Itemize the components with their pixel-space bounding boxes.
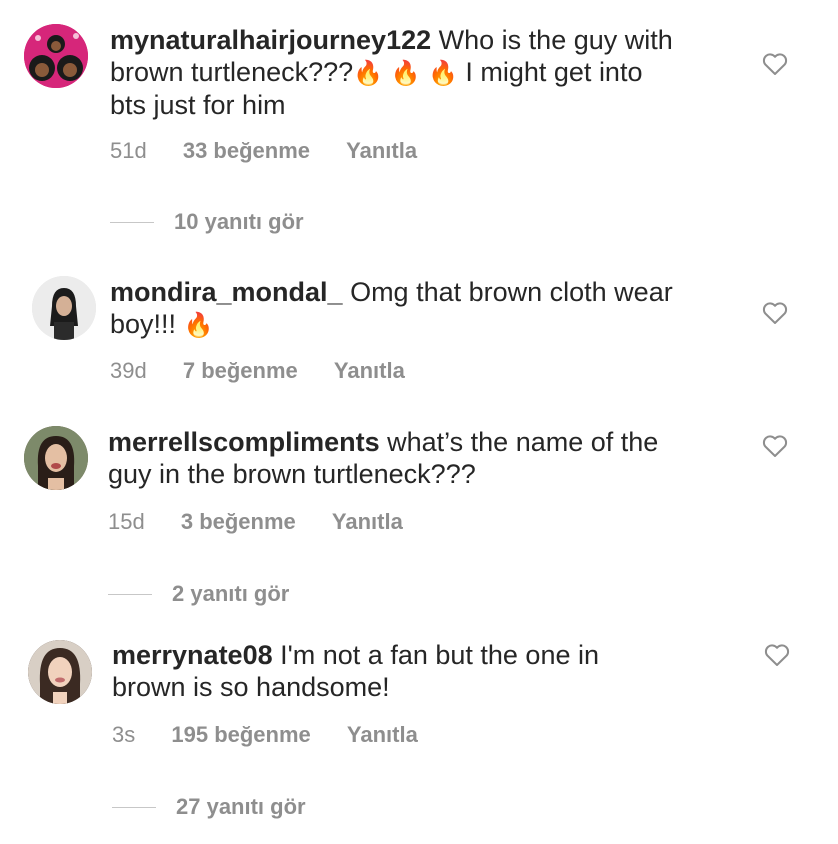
view-replies-button[interactable]: 10 yanıtı gör xyxy=(110,209,304,235)
reply-button[interactable]: Yanıtla xyxy=(347,722,418,747)
comment-text: brown turtleneck??? xyxy=(110,57,354,87)
likes-count[interactable]: 7 beğenme xyxy=(183,358,298,383)
comment-meta: 51d 33 beğenme Yanıtla xyxy=(110,138,417,164)
comment-text: what’s the name of the xyxy=(387,427,659,457)
view-replies-button[interactable]: 2 yanıtı gör xyxy=(108,581,289,607)
comment-time: 15d xyxy=(108,509,145,534)
avatar[interactable] xyxy=(32,276,96,340)
heart-icon[interactable] xyxy=(762,434,788,458)
comment-meta: 15d 3 beğenme Yanıtla xyxy=(108,509,403,535)
likes-count[interactable]: 195 beğenme xyxy=(171,722,310,747)
likes-count[interactable]: 33 beğenme xyxy=(183,138,310,163)
comment-meta: 39d 7 beğenme Yanıtla xyxy=(110,358,405,384)
comment-time: 39d xyxy=(110,358,147,383)
photo-avatar-icon xyxy=(24,426,88,490)
comment-meta: 3s 195 beğenme Yanıtla xyxy=(112,722,418,748)
view-replies-button[interactable]: 27 yanıtı gör xyxy=(112,794,306,820)
comment-time: 3s xyxy=(112,722,136,747)
fire-emoji: 🔥 xyxy=(183,311,214,339)
heart-icon[interactable] xyxy=(762,52,788,76)
comment-username[interactable]: merrellscompliments xyxy=(108,427,380,457)
comment-username[interactable]: mondira_mondal_ xyxy=(110,277,343,307)
reply-button[interactable]: Yanıtla xyxy=(346,138,417,163)
replies-divider xyxy=(108,593,152,595)
heart-icon[interactable] xyxy=(762,301,788,325)
comment-text: bts just for him xyxy=(110,90,286,120)
heart-icon[interactable] xyxy=(764,643,790,667)
comment-text: I might get into xyxy=(465,57,643,87)
view-replies-label[interactable]: 10 yanıtı gör xyxy=(174,209,304,235)
photo-avatar-icon xyxy=(32,276,96,340)
comment-text: Who is the guy with xyxy=(438,25,673,55)
view-replies-label[interactable]: 2 yanıtı gör xyxy=(172,581,289,607)
comment-text: boy!!! xyxy=(110,309,177,339)
comment-text: guy in the brown turtleneck??? xyxy=(108,459,476,489)
avatar[interactable] xyxy=(24,426,88,490)
replies-divider xyxy=(112,806,156,808)
comment-text: Omg that brown cloth wear xyxy=(350,277,673,307)
comment-body: mondira_mondal_ Omg that brown cloth wea… xyxy=(110,276,750,341)
comment-username[interactable]: mynaturalhairjourney122 xyxy=(110,25,431,55)
comment-text: I'm not a fan but the one in xyxy=(280,640,599,670)
reply-button[interactable]: Yanıtla xyxy=(332,509,403,534)
avatar[interactable] xyxy=(28,640,92,704)
replies-divider xyxy=(110,221,154,223)
likes-count[interactable]: 3 beğenme xyxy=(181,509,296,534)
comment-text: brown is so handsome! xyxy=(112,672,390,702)
cartoon-women-avatar-icon xyxy=(24,24,88,88)
photo-avatar-icon xyxy=(28,640,92,704)
comment-body: merrellscompliments what’s the name of t… xyxy=(108,426,748,490)
view-replies-label[interactable]: 27 yanıtı gör xyxy=(176,794,306,820)
comment-username[interactable]: merrynate08 xyxy=(112,640,273,670)
comment-time: 51d xyxy=(110,138,147,163)
comment-body: merrynate08 I'm not a fan but the one in… xyxy=(112,639,752,703)
avatar[interactable] xyxy=(24,24,88,88)
fire-emoji: 🔥 xyxy=(353,59,384,87)
reply-button[interactable]: Yanıtla xyxy=(334,358,405,383)
fire-emoji: 🔥 xyxy=(427,59,458,87)
fire-emoji: 🔥 xyxy=(390,59,421,87)
comment-body: mynaturalhairjourney122 Who is the guy w… xyxy=(110,24,750,121)
